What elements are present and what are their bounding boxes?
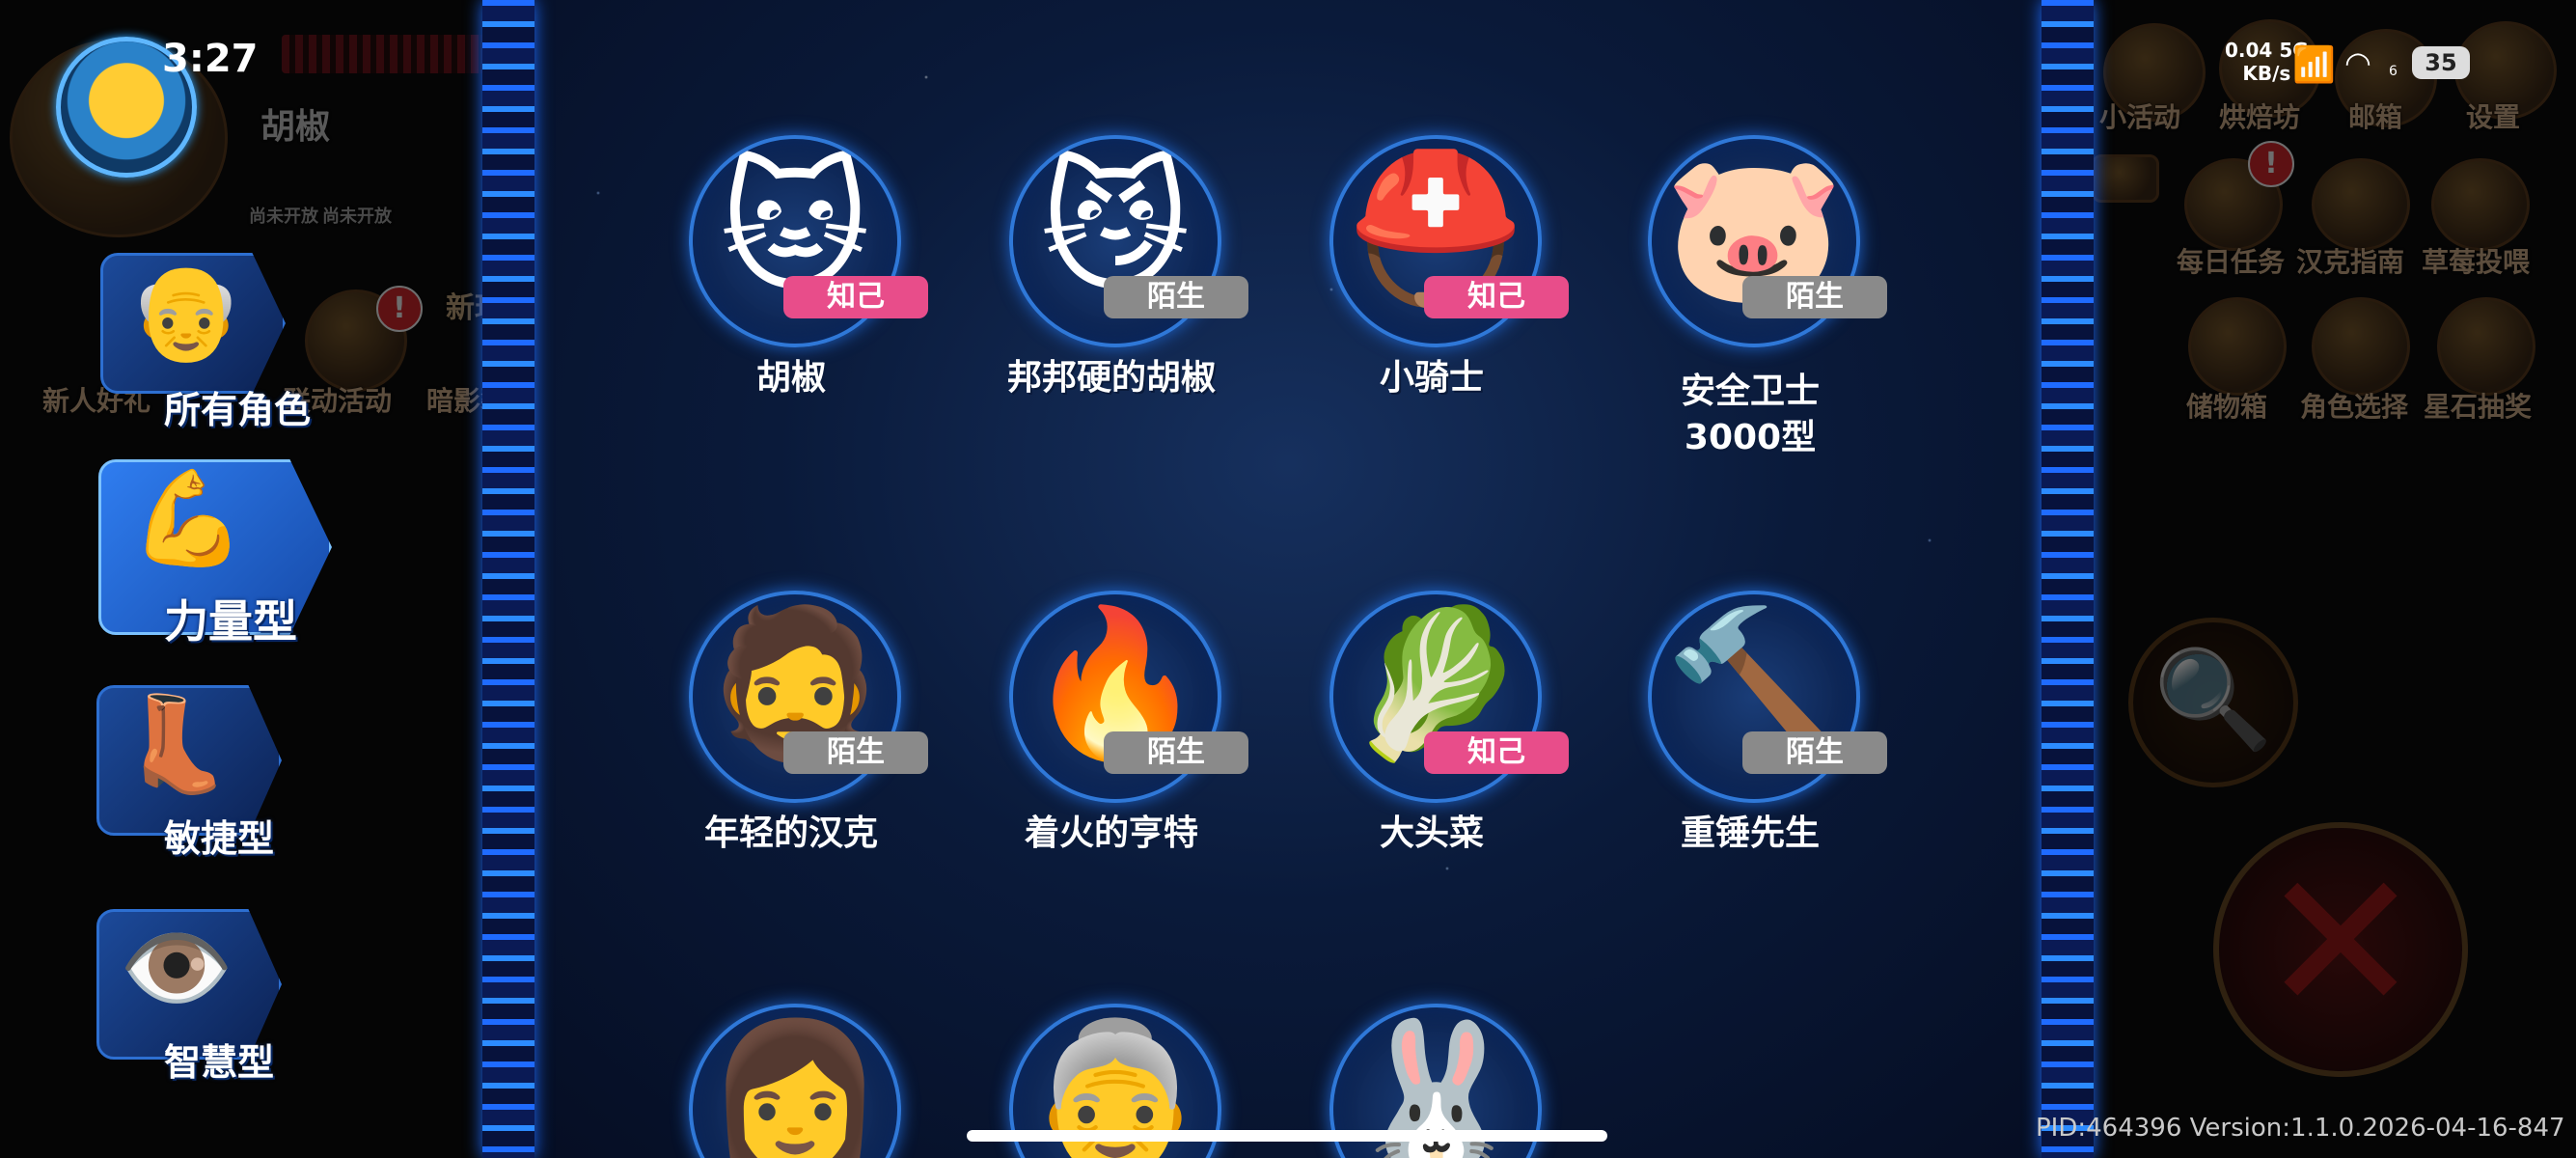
character-card[interactable]: 🧔 陌生 年轻的汉克 <box>646 552 936 957</box>
home-indicator[interactable] <box>967 1130 1607 1142</box>
locked-slot-label: 尚未开放 <box>322 207 392 227</box>
net-speed-value: 0.04 <box>2225 39 2273 62</box>
star-lottery-icon <box>2437 297 2535 396</box>
storage-icon <box>2188 297 2287 396</box>
group-portrait-icon: 👴 <box>128 258 244 366</box>
magnifier-icon: 🔍 <box>2128 618 2298 787</box>
wifi-level: 6 <box>2389 64 2398 79</box>
bg-top-item: 邮箱 <box>2348 101 2403 133</box>
character-name: 安全卫士 3000型 <box>1680 372 1820 457</box>
bg-row3-item: 角色选择 <box>2300 391 2409 423</box>
character-card[interactable]: 🥬 知己 大头菜 <box>1287 552 1576 957</box>
character-card[interactable]: 🔥 陌生 着火的亨特 <box>967 552 1256 957</box>
character-name: 重锤先生 <box>1680 813 1820 853</box>
bg-top-item: 烘焙坊 <box>2219 101 2301 133</box>
character-card[interactable]: 🐰 <box>1287 965 1576 1158</box>
collapse-arrow-icon <box>2092 154 2159 203</box>
panel-border-right <box>2042 0 2094 1158</box>
category-agility-label: 敏捷型 <box>164 817 275 860</box>
character-card[interactable]: ⛑️ 知己 小骑士 <box>1287 96 1576 502</box>
character-portrait: 👩 <box>689 1004 901 1158</box>
character-card[interactable]: 😼 陌生 邦邦硬的胡椒 <box>967 96 1256 502</box>
relationship-tag: 陌生 <box>1742 276 1887 318</box>
relationship-tag: 知己 <box>1424 276 1569 318</box>
character-name: 大头菜 <box>1379 813 1484 853</box>
character-name: 邦邦硬的胡椒 <box>1006 358 1216 398</box>
relationship-tag: 陌生 <box>1104 276 1248 318</box>
character-card[interactable]: 👵 <box>967 965 1256 1158</box>
category-all-button[interactable]: 👴 <box>100 253 286 394</box>
character-card[interactable]: 🔨 陌生 重锤先生 <box>1605 552 1895 957</box>
player-name: 胡椒 <box>260 107 331 147</box>
character-name: 着火的亨特 <box>1024 813 1198 853</box>
battery-indicator: 35 <box>2412 46 2470 79</box>
character-name: 年轻的汉克 <box>703 813 878 853</box>
winged-boot-icon: 👢 <box>119 690 234 798</box>
category-all-label: 所有角色 <box>164 389 312 431</box>
bg-row2-item: 草莓投喂 <box>2422 246 2531 278</box>
fist-icon: 💪 <box>130 464 246 572</box>
notification-badge: ! <box>2248 141 2294 187</box>
character-name: 小骑士 <box>1379 358 1484 398</box>
health-bar <box>282 35 484 73</box>
guide-icon <box>2312 158 2410 251</box>
relationship-tag: 知己 <box>1424 731 1569 774</box>
category-strength-label: 力量型 <box>164 595 297 648</box>
bg-row3-item: 星石抽奖 <box>2424 391 2533 423</box>
status-time: 3:27 <box>162 37 259 81</box>
bg-row2-item: 汉克指南 <box>2296 246 2405 278</box>
version-info: Version:1.1.0.2026-04-16-847 <box>2189 1114 2565 1143</box>
relationship-tag: 陌生 <box>783 731 928 774</box>
notification-badge: ! <box>376 286 423 332</box>
category-wisdom-label: 智慧型 <box>164 1041 275 1084</box>
character-card[interactable]: 🐷 陌生 安全卫士 3000型 <box>1605 96 1895 502</box>
wifi-icon: ◠ <box>2344 44 2371 81</box>
locked-slot-label: 尚未开放 <box>249 207 318 227</box>
eye-helmet-icon: 👁️ <box>119 914 234 1022</box>
signal-icon: 📶 <box>2292 45 2336 85</box>
bg-row3-item: 储物箱 <box>2186 391 2268 423</box>
dark-hair-woman-portrait-icon: 👩 <box>704 1013 886 1158</box>
strawberry-feed-icon <box>2431 158 2530 251</box>
character-card[interactable]: 🐱 知己 胡椒 <box>646 96 936 502</box>
relationship-tag: 陌生 <box>1742 731 1887 774</box>
bg-top-item: 小活动 <box>2099 101 2181 133</box>
relationship-tag: 知己 <box>783 276 928 318</box>
character-select-icon <box>2312 297 2410 396</box>
panel-border-left <box>482 0 534 1158</box>
character-name: 胡椒 <box>755 358 826 398</box>
character-card[interactable]: 👩 <box>646 965 936 1158</box>
player-id: PID:464396 <box>2036 1114 2182 1143</box>
bg-top-item: 设置 <box>2466 101 2521 133</box>
relationship-tag: 陌生 <box>1104 731 1248 774</box>
close-icon: ✕ <box>2213 822 2468 1077</box>
build-info: PID:464396 Version:1.1.0.2026-04-16-847 <box>2036 1114 2565 1143</box>
bg-row2-item: 每日任务 <box>2177 246 2286 278</box>
